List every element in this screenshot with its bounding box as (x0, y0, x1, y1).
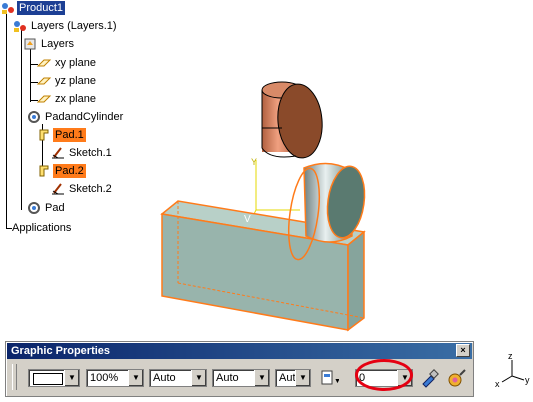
tree-item-label: Applications (12, 222, 72, 234)
tree-item-label: Layers (Layers.1) (31, 20, 117, 32)
product-icon (14, 21, 26, 32)
point-symbol-value: Aut (279, 372, 296, 384)
tree-item-label: zx plane (55, 93, 96, 105)
tree-item-padandcylinder[interactable]: PadandCylinder (26, 109, 125, 125)
toolbar-title-bar[interactable]: Graphic Properties (7, 343, 472, 359)
color-swatch (33, 373, 63, 385)
tree-item-sketch2[interactable]: Sketch.2 (50, 181, 114, 197)
svg-text:▼: ▼ (334, 378, 339, 385)
tree-item-product1[interactable]: Product1 (0, 0, 66, 16)
tree-item-label: Pad.2 (53, 164, 86, 178)
tree-item-label: Sketch.2 (69, 183, 112, 195)
plane-icon (36, 59, 52, 67)
tree-item-sketch1[interactable]: Sketch.1 (50, 145, 114, 161)
viewport-label: V (244, 214, 251, 225)
tree-connector (30, 48, 31, 102)
cylinder-lower[interactable] (284, 162, 369, 261)
chevron-down-icon[interactable]: ▼ (254, 370, 269, 386)
tree-item-pad2[interactable]: Pad.2 (36, 163, 86, 179)
cylinder-upper[interactable] (261, 81, 325, 160)
transparency-value: 100% (90, 372, 119, 384)
tree-connector (21, 30, 22, 210)
sketch-icon (52, 147, 64, 159)
chevron-down-icon[interactable]: ▼ (191, 370, 206, 386)
line-thickness-combo[interactable]: Auto ▼ (149, 369, 207, 387)
chevron-down-icon[interactable]: ▼ (64, 370, 79, 386)
tree-item-pad[interactable]: Pad (26, 200, 67, 216)
line-type-value: Auto (216, 372, 239, 384)
chevron-down-icon[interactable]: ▼ (128, 370, 143, 386)
pad-icon (39, 129, 49, 141)
axis-y-label: y (525, 375, 530, 385)
specification-tree: Product1 Layers (Layers.1) Layers xy pla… (0, 0, 200, 240)
tree-item-label: Layers (41, 38, 75, 50)
compass-axes: z y x (495, 351, 530, 389)
tree-item-applications[interactable]: Applications (10, 220, 73, 236)
point-symbol-combo[interactable]: Aut ▼ (275, 369, 311, 387)
tree-item-label: Pad.1 (53, 128, 86, 142)
toolbar-title: Graphic Properties (11, 345, 111, 357)
axis-x-label: x (495, 379, 500, 389)
tree-item-layers[interactable]: Layers (22, 36, 76, 52)
axis-z-label: z (508, 351, 513, 361)
annotation-ring (355, 359, 413, 391)
part-icon (24, 38, 36, 50)
svg-text:Y: Y (251, 157, 257, 167)
tree-item-label: yz plane (55, 75, 96, 87)
toolbar-grip[interactable] (12, 364, 17, 390)
product-icon (2, 3, 14, 14)
line-thickness-value: Auto (153, 372, 176, 384)
tree-item-pad1[interactable]: Pad.1 (36, 127, 86, 143)
line-type-combo[interactable]: Auto ▼ (212, 369, 270, 387)
tree-item-label: PadandCylinder (45, 111, 124, 123)
tree-item-label: Sketch.1 (69, 147, 112, 159)
plane-icon (36, 77, 52, 85)
body-icon (28, 202, 40, 214)
tree-item-label: Pad (45, 202, 65, 214)
axis-indicator: Y (249, 157, 300, 223)
tree-item-layers-root[interactable]: Layers (Layers.1) (12, 18, 119, 34)
fill-color-combo[interactable]: ▼ (28, 369, 80, 387)
transparency-combo[interactable]: 100% ▼ (86, 369, 144, 387)
sketch-icon (52, 183, 64, 195)
close-icon[interactable]: × (456, 344, 470, 357)
graphic-properties-wizard-icon[interactable] (446, 368, 468, 388)
tree-connector (6, 12, 7, 228)
tree-item-label: Product1 (17, 1, 66, 15)
tree-item-zx-plane[interactable]: zx plane (36, 91, 98, 107)
chevron-down-icon[interactable]: ▼ (295, 370, 310, 386)
body-icon (28, 111, 40, 123)
format-painter-icon[interactable] (419, 368, 441, 388)
tree-item-yz-plane[interactable]: yz plane (36, 73, 98, 89)
plane-icon (36, 95, 52, 103)
tree-item-label: xy plane (55, 57, 96, 69)
rendering-style-icon[interactable]: ▼ (317, 368, 339, 388)
pad-icon (39, 165, 49, 177)
tree-item-xy-plane[interactable]: xy plane (36, 55, 98, 71)
